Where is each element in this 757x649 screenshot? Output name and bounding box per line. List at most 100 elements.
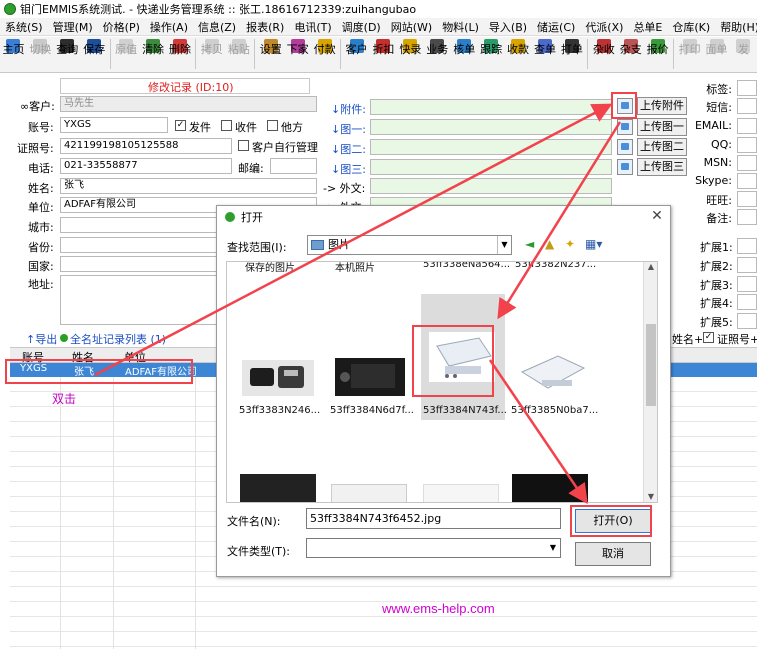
menu-item[interactable]: 物料(L) (437, 19, 484, 35)
close-icon[interactable]: ✕ (650, 208, 664, 224)
toolbar-button[interactable]: 拷贝 (198, 37, 225, 71)
customer-field[interactable]: 马先生 (60, 96, 317, 112)
menu-item[interactable]: 储运(C) (532, 19, 580, 35)
menu-item[interactable]: 管理(M) (48, 19, 98, 35)
account-field[interactable]: YXGS (60, 117, 168, 133)
all-records-label[interactable]: 全名址记录列表 (1) (70, 331, 166, 347)
menu-item[interactable]: 价格(P) (98, 19, 145, 35)
name-plus-label[interactable]: 姓名+ (672, 331, 703, 347)
contact-field[interactable] (737, 173, 757, 189)
toolbar-button[interactable]: 杂支 (617, 37, 644, 71)
contact-field[interactable] (737, 137, 757, 153)
upload-attachment-button[interactable]: 上传附件 (637, 97, 687, 115)
menu-item[interactable]: 操作(A) (145, 19, 193, 35)
top-file-name[interactable]: 本机照片 (335, 262, 375, 274)
view-menu-icon[interactable]: ▦▾ (585, 237, 602, 253)
file-type-select[interactable]: ▼ (306, 538, 561, 558)
contact-field[interactable] (737, 118, 757, 134)
toolbar-button[interactable]: 保存 (81, 37, 108, 71)
chevron-down-icon[interactable]: ▼ (497, 236, 511, 254)
menu-item[interactable]: 导入(B) (484, 19, 532, 35)
file-browser-scrollbar[interactable]: ▲ ▼ (643, 262, 657, 502)
browse-picture1-icon[interactable] (617, 119, 633, 135)
extension-field[interactable] (737, 294, 757, 310)
file-thumbnail[interactable] (331, 484, 407, 502)
toolbar-button[interactable]: 客户 (343, 37, 370, 71)
id-plus-checkbox[interactable]: ✓ (703, 332, 714, 343)
file-name[interactable]: 53ff3385N0ba7... (511, 405, 598, 416)
attachment-field[interactable] (370, 99, 612, 115)
self-manage-checkbox[interactable] (238, 140, 249, 151)
top-file-name[interactable]: 53ff3382N237... (515, 262, 596, 270)
foreign-field[interactable] (370, 178, 612, 194)
menu-item[interactable]: 网站(W) (386, 19, 437, 35)
top-file-name[interactable]: 53ff338eNa564... (423, 262, 510, 270)
toolbar-button[interactable]: 打印 (676, 37, 703, 71)
look-in-select[interactable]: 图片 ▼ (307, 235, 512, 255)
toolbar-button[interactable]: 杂收 (590, 37, 617, 71)
contact-field[interactable] (737, 155, 757, 171)
toolbar-button[interactable]: 查单 (532, 37, 559, 71)
extension-field[interactable] (737, 313, 757, 329)
send-checkbox[interactable]: ✓ (175, 120, 186, 131)
toolbar-button[interactable]: 打单 (558, 37, 585, 71)
scroll-down-icon[interactable]: ▼ (644, 492, 657, 502)
menu-item[interactable]: 报表(R) (241, 19, 289, 35)
menu-item[interactable]: 仓库(K) (667, 19, 715, 35)
name-field[interactable]: 张飞 (60, 178, 317, 194)
top-file-name[interactable]: 保存的图片 (245, 262, 295, 274)
postcode-field[interactable] (270, 158, 317, 174)
file-thumbnail[interactable] (512, 474, 588, 502)
extension-field[interactable] (737, 257, 757, 273)
file-name-input[interactable]: 53ff3384N743f6452.jpg (306, 508, 561, 529)
contact-field[interactable] (737, 209, 757, 225)
browse-picture2-icon[interactable] (617, 139, 633, 155)
extension-field[interactable] (737, 276, 757, 292)
toolbar-button[interactable]: 收款 (505, 37, 532, 71)
file-thumbnail[interactable] (240, 474, 316, 502)
upload-picture2-button[interactable]: 上传图二 (637, 138, 687, 156)
toolbar-button[interactable]: 原值 (113, 37, 140, 71)
file-name[interactable]: 53ff3383N246... (239, 405, 320, 416)
menu-item[interactable]: 代派(X) (580, 19, 628, 35)
extension-field[interactable] (737, 238, 757, 254)
toolbar-button[interactable]: 面单 (703, 37, 730, 71)
menu-item[interactable]: 系统(S) (0, 19, 48, 35)
new-folder-icon[interactable]: ✦ (565, 237, 575, 253)
picture2-field[interactable] (370, 139, 612, 155)
chevron-down-icon[interactable]: ▼ (546, 539, 560, 557)
menu-item[interactable]: 帮助(H) (715, 19, 757, 35)
upload-picture1-button[interactable]: 上传图一 (637, 118, 687, 136)
menu-item[interactable]: 调度(D) (337, 19, 386, 35)
up-folder-icon[interactable]: ▲ (545, 237, 554, 253)
toolbar-button[interactable]: 跟踪 (478, 37, 505, 71)
file-name[interactable]: 53ff3384N743f... (423, 405, 507, 416)
file-thumbnail[interactable] (331, 350, 407, 400)
picture3-field[interactable] (370, 159, 612, 175)
toolbar-button[interactable]: 清除 (140, 37, 167, 71)
toolbar-button[interactable]: 折扣 (370, 37, 397, 71)
phone-field[interactable]: 021-33558877 (60, 158, 232, 174)
toolbar-button[interactable]: 付款 (311, 37, 338, 71)
back-icon[interactable]: ◄ (525, 237, 534, 253)
id-plus-label[interactable]: 证照号+ (717, 331, 757, 347)
toolbar-button[interactable]: 主页 (0, 37, 27, 71)
scrollbar-thumb[interactable] (646, 324, 656, 406)
toolbar-button[interactable]: 业务 (424, 37, 451, 71)
contact-field[interactable] (737, 80, 757, 96)
cancel-button[interactable]: 取消 (575, 542, 651, 566)
toolbar-button[interactable]: 快录 (397, 37, 424, 71)
file-thumbnail[interactable] (512, 342, 588, 400)
picture1-field[interactable] (370, 119, 612, 135)
file-name[interactable]: 53ff3384N6d7f... (330, 405, 414, 416)
toolbar-button[interactable]: 报价 (644, 37, 671, 71)
menu-item[interactable]: 电讯(T) (289, 19, 336, 35)
toolbar-button[interactable]: 粘贴 (225, 37, 252, 71)
toolbar-button[interactable]: 核单 (451, 37, 478, 71)
toolbar-button[interactable]: 查询 (54, 37, 81, 71)
export-link[interactable]: ↑导出 (26, 331, 57, 347)
toolbar-button[interactable]: 切换 (27, 37, 54, 71)
toolbar-button[interactable]: 下家 (284, 37, 311, 71)
menu-item[interactable]: 总单E (628, 19, 667, 35)
contact-field[interactable] (737, 191, 757, 207)
